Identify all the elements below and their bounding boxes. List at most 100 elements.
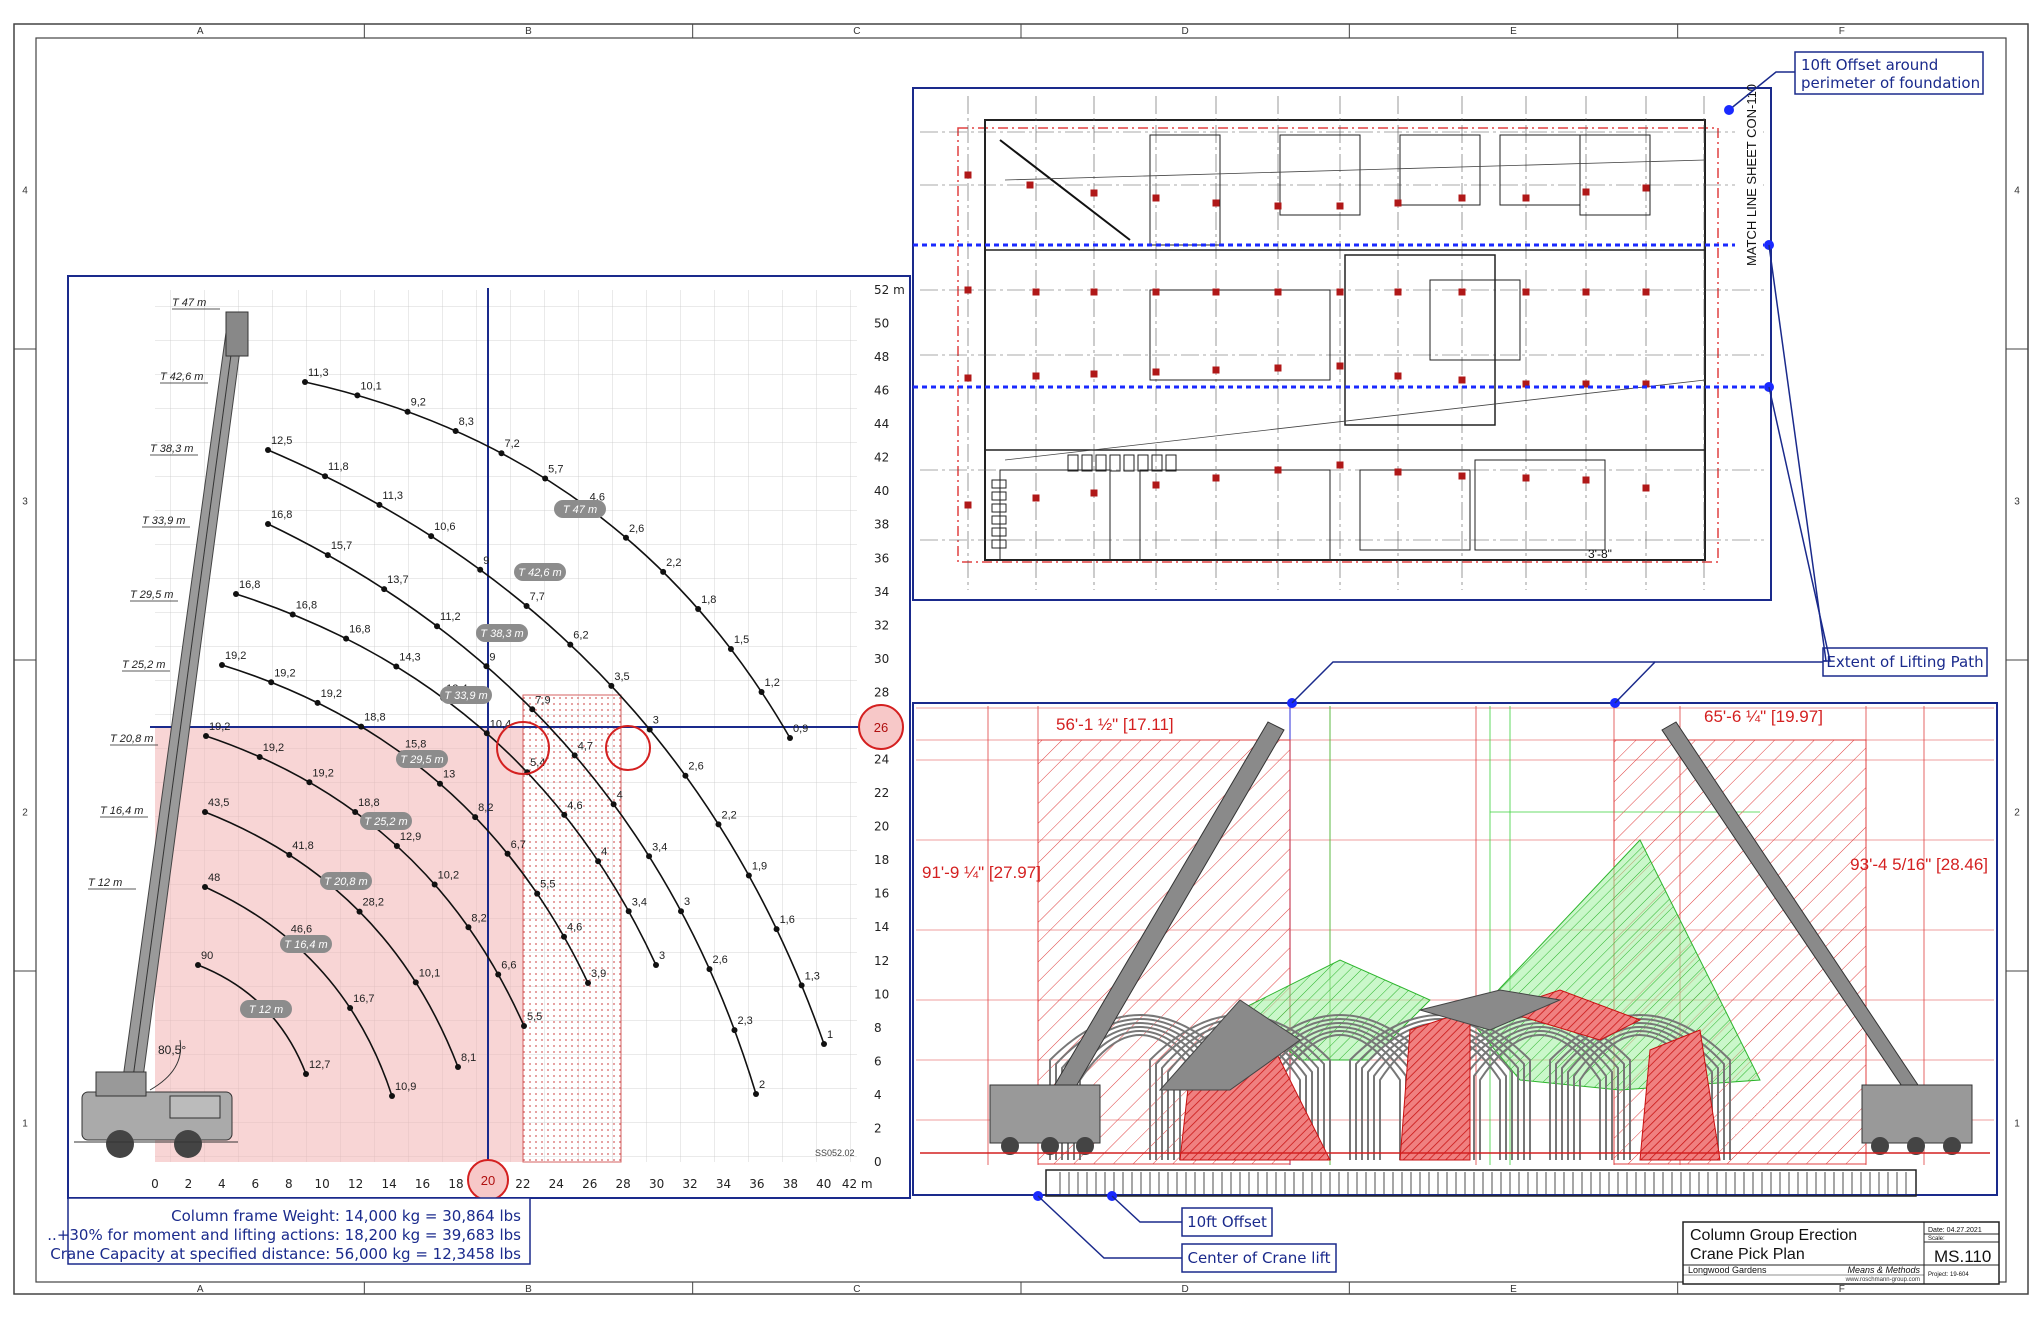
capacity-point [202, 884, 208, 890]
plan-linework [1582, 476, 1590, 484]
callout-center-label: Center of Crane lift [1187, 1249, 1330, 1267]
capacity-label: 1,9 [752, 861, 767, 873]
capacity-point [233, 591, 239, 597]
y-tick-label: 34 [874, 585, 889, 599]
capacity-label: 9 [483, 555, 489, 567]
y-tick-label: 32 [874, 618, 889, 632]
capacity-label: 41,8 [292, 840, 313, 852]
capacity-point [286, 851, 293, 858]
y-tick-label: 4 [874, 1088, 882, 1102]
capacity-label: 10,9 [395, 1081, 416, 1093]
capacity-label: 0,9 [793, 723, 808, 735]
plan-linework [1522, 474, 1530, 482]
floor-plan-panel: MATCH LINE SHEET CON-110 3'-8" [912, 84, 1774, 601]
dim-right-top: 65'-6 ¼" [19.97] [1704, 707, 1823, 726]
capacity-label: 5,5 [527, 1011, 542, 1023]
client-name: Longwood Gardens [1688, 1265, 1767, 1275]
plan-linework [1152, 194, 1160, 202]
plan-linework [1152, 288, 1160, 296]
plan-linework [1582, 188, 1590, 196]
capacity-label: 9 [489, 651, 495, 663]
capacity-point [773, 926, 780, 933]
elevation-panel: 56'-1 ½" [17.11] 65'-6 ¼" [19.97] 91'-9 … [912, 698, 1998, 1201]
capacity-point [706, 966, 713, 973]
y-tick-label: 10 [874, 987, 889, 1001]
plan-linework [1032, 494, 1040, 502]
drawing-sheet: AABBCCDDEEFF 4 43 32 21 1 52 m50484644424038… [13, 23, 2029, 1295]
capacity-label: 8,2 [478, 802, 493, 814]
x-tick-label: 2 [185, 1177, 193, 1191]
sheet-date: Date: 04.27.2021 [1928, 1227, 1982, 1234]
capacity-label: 19,2 [209, 721, 230, 733]
capacity-point [753, 1091, 759, 1097]
border-col-label: B [525, 26, 532, 37]
y-tick-label: 28 [874, 685, 889, 699]
capacity-label: 3,5 [614, 671, 629, 683]
border-col-label: C [853, 26, 860, 37]
plan-linework [1642, 184, 1650, 192]
capacity-point [498, 450, 505, 457]
y-tick-label: 52 m [874, 283, 905, 297]
sheet-subtitle: Crane Pick Plan [1690, 1246, 1805, 1263]
plan-linework [1458, 376, 1466, 384]
capacity-point [798, 982, 805, 989]
capacity-label: 8,3 [459, 416, 474, 428]
weight-notes: Column frame Weight: 14,000 kg = 30,864 … [47, 1197, 531, 1265]
boom-pill-label: T 38,3 m [480, 628, 523, 640]
capacity-label: 11,2 [440, 611, 461, 623]
capacity-label: 16,7 [353, 993, 374, 1005]
capacity-point [324, 552, 331, 559]
capacity-point [354, 392, 361, 399]
capacity-label: 90 [201, 950, 213, 962]
plan-linework [1212, 474, 1220, 482]
capacity-point [715, 821, 722, 828]
capacity-point [521, 1023, 527, 1029]
plan-linework [964, 286, 972, 294]
x-tick-label: 40 [816, 1177, 831, 1191]
boom-pill-label: T 20,8 m [324, 876, 367, 888]
y-tick-label: 44 [874, 417, 889, 431]
boom-length-label: T 29,5 m [130, 589, 173, 601]
capacity-label: 2,6 [629, 523, 644, 535]
plan-linework [1152, 481, 1160, 489]
capacity-point [393, 663, 400, 670]
capacity-point [376, 501, 383, 508]
capacity-label: 19,2 [312, 767, 333, 779]
capacity-label: 10,4 [490, 718, 511, 730]
capacity-label: 2,6 [688, 761, 703, 773]
capacity-label: 46,6 [291, 923, 312, 935]
capacity-label: 16,8 [349, 624, 370, 636]
callout-lifting-path-label: Extent of Lifting Path [1826, 653, 1983, 671]
y-tick-label: 38 [874, 518, 889, 532]
border-col-label: A [197, 26, 204, 37]
plan-linework [1212, 288, 1220, 296]
height-marker-label: 26 [874, 720, 888, 735]
capacity-point [356, 908, 363, 915]
capacity-point [529, 706, 536, 713]
plan-linework [1394, 288, 1402, 296]
capacity-point [412, 979, 419, 986]
capacity-label: 5,7 [548, 463, 563, 475]
plan-linework [1458, 472, 1466, 480]
y-tick-label: 18 [874, 853, 889, 867]
x-tick-label: 28 [616, 1177, 631, 1191]
title-block: Column Group Erection Crane Pick Plan Lo… [1682, 1221, 2000, 1285]
y-tick-label: 2 [874, 1121, 882, 1135]
capacity-point [595, 858, 602, 865]
plan-linework [1090, 370, 1098, 378]
x-tick-label: 36 [749, 1177, 764, 1191]
capacity-label: 19,2 [263, 742, 284, 754]
capacity-label: 8,1 [461, 1052, 476, 1064]
border-row-label: 3 [22, 497, 28, 508]
x-tick-label: 16 [415, 1177, 430, 1191]
y-tick-label: 36 [874, 551, 889, 565]
border-row-label: 3 [2014, 497, 2020, 508]
capacity-label: 2,2 [721, 809, 736, 821]
boom-length-label: T 12 m [88, 877, 122, 889]
capacity-label: 2,3 [737, 1015, 752, 1027]
load-chart-panel: 52 m504846444240383634323028262422201816… [67, 275, 911, 1201]
roof-arch [1399, 1009, 1471, 1161]
capacity-point [322, 473, 329, 480]
capacity-point [678, 908, 685, 915]
x-tick-label: 26 [582, 1177, 597, 1191]
